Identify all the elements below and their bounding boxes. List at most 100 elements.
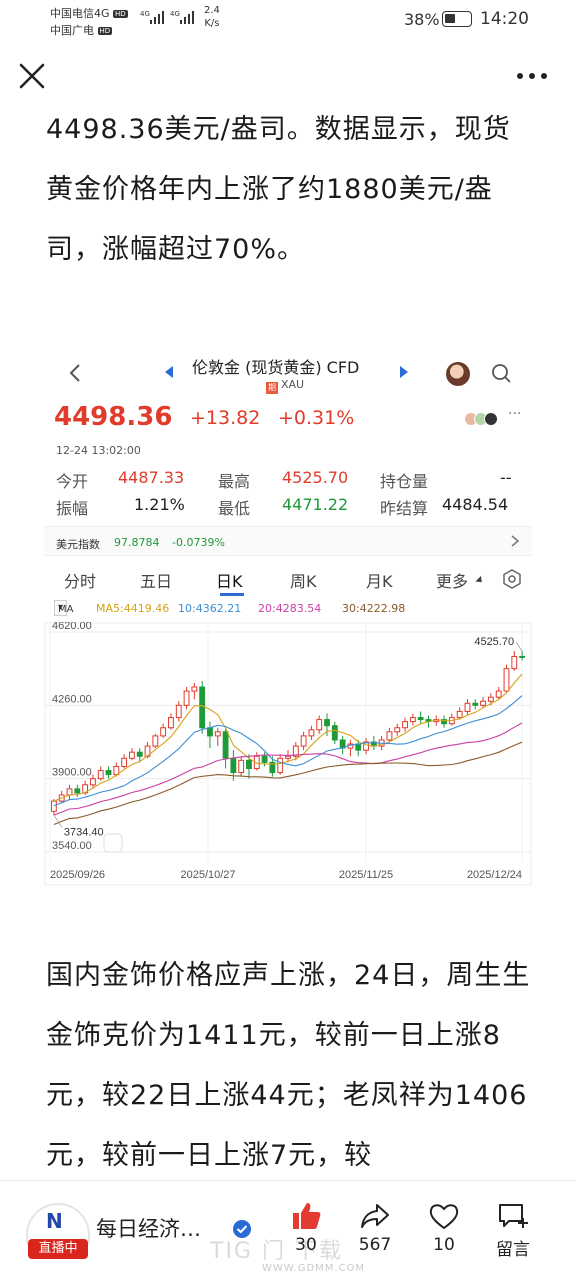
tab-weekly-k[interactable]: 周K bbox=[290, 568, 317, 592]
clock: 14:20 bbox=[480, 9, 529, 29]
candle-body bbox=[222, 731, 229, 759]
candle-body bbox=[238, 759, 245, 774]
stat-value: 4487.33 bbox=[118, 468, 185, 487]
candle-body bbox=[50, 800, 57, 812]
candle-body bbox=[285, 755, 291, 759]
close-icon[interactable] bbox=[16, 60, 48, 92]
stat-label: 振幅 bbox=[56, 499, 89, 518]
max-price-label: 4525.70 bbox=[474, 636, 514, 648]
back-icon[interactable] bbox=[68, 362, 82, 384]
thumbs-up-icon bbox=[293, 1203, 321, 1229]
tab-more[interactable]: 更多 bbox=[436, 568, 468, 592]
candle-body bbox=[503, 668, 510, 692]
candle-body bbox=[230, 757, 237, 774]
tab-intraday[interactable]: 分时 bbox=[64, 568, 96, 592]
ma20-value: 20:4283.54 bbox=[258, 602, 322, 615]
dollar-index-label: 美元指数 bbox=[56, 538, 100, 551]
signal-1-icon: 4G bbox=[140, 10, 164, 24]
settings-icon[interactable] bbox=[502, 569, 522, 589]
next-instrument-icon[interactable] bbox=[400, 366, 408, 378]
candle-body bbox=[152, 735, 159, 747]
dollar-index-change: -0.0739% bbox=[172, 536, 225, 549]
candle-body bbox=[66, 788, 73, 796]
candle-body bbox=[456, 710, 463, 719]
dollar-index-value: 97.8784 bbox=[114, 536, 160, 549]
candle-body bbox=[511, 655, 518, 670]
article-paragraph: 国内金饰价格应声上涨，24日，周生生金饰克价为1411元，较前一日上涨8元，较2… bbox=[46, 960, 531, 1171]
dollar-index-bar[interactable]: 美元指数 97.8784 -0.0739% bbox=[44, 526, 532, 556]
prev-instrument-icon[interactable] bbox=[165, 366, 173, 378]
share-button[interactable]: 567 bbox=[349, 1201, 401, 1255]
candle-body bbox=[183, 690, 190, 706]
carrier-2: 中国广电 HD bbox=[50, 24, 113, 37]
more-icon[interactable] bbox=[512, 66, 552, 86]
stat-value: -- bbox=[500, 468, 512, 487]
watermark-url: WWW.GDMM.COM bbox=[262, 1263, 366, 1274]
candle-body bbox=[191, 686, 198, 692]
candle-body bbox=[495, 690, 502, 698]
like-button[interactable]: 30 bbox=[280, 1201, 332, 1255]
like-count: 30 bbox=[295, 1235, 317, 1255]
candle-body bbox=[316, 719, 323, 731]
chevron-down-icon bbox=[475, 575, 485, 586]
stat-value: 4525.70 bbox=[282, 468, 349, 487]
battery-icon bbox=[442, 11, 472, 27]
candle-body bbox=[74, 788, 81, 794]
candle-body bbox=[168, 717, 174, 729]
avatar[interactable] bbox=[446, 362, 470, 386]
tab-monthly-k[interactable]: 月K bbox=[366, 568, 393, 592]
candlestick-chart[interactable]: 4620.00 4260.00 3900.00 3540.00 2025/09/26 20… bbox=[44, 622, 532, 886]
publisher-name[interactable]: 每日经济… bbox=[96, 1213, 201, 1243]
candle-body bbox=[105, 770, 112, 776]
comment-label: 留言 bbox=[496, 1240, 530, 1260]
candle-body bbox=[308, 729, 315, 737]
price-change: +13.82 bbox=[190, 407, 261, 429]
comment-button[interactable]: 留言 bbox=[487, 1201, 539, 1260]
share-count: 567 bbox=[358, 1235, 392, 1255]
signal-2-icon: 4G bbox=[170, 10, 194, 24]
candle-body bbox=[519, 655, 526, 658]
instrument-code: 期 XAU bbox=[266, 378, 305, 394]
candle-body bbox=[246, 759, 252, 769]
followers-avatars[interactable] bbox=[464, 410, 498, 428]
tab-daily-k[interactable]: 日K bbox=[216, 568, 243, 592]
live-badge[interactable]: 直播中 bbox=[28, 1239, 88, 1259]
heart-icon bbox=[429, 1204, 459, 1230]
min-price-label: 3734.40 bbox=[64, 826, 104, 838]
last-price: 4498.36 bbox=[54, 402, 173, 432]
x-tick-label: 2025/12/24 bbox=[467, 869, 522, 881]
search-icon[interactable] bbox=[490, 362, 512, 384]
x-tick-label: 2025/10/27 bbox=[180, 869, 235, 881]
price-row: 4498.36 +13.82 +0.31% ··· bbox=[54, 402, 532, 436]
more-options-icon[interactable]: ··· bbox=[508, 406, 521, 422]
x-tick-label: 2025/09/26 bbox=[50, 869, 105, 881]
candle-body bbox=[89, 778, 96, 786]
y-tick-label: 3540.00 bbox=[52, 840, 92, 852]
share-icon bbox=[361, 1204, 389, 1228]
favorite-button[interactable]: 10 bbox=[418, 1201, 470, 1255]
candle-body bbox=[464, 702, 471, 712]
status-bar: 中国电信4G HD 中国广电 HD 4G 4G 2.4 K/s 38% 14:20 bbox=[0, 0, 576, 44]
candle-body bbox=[214, 731, 221, 737]
candle-body bbox=[417, 717, 424, 721]
candle-body bbox=[136, 751, 143, 757]
candle-body bbox=[175, 704, 182, 719]
stat-value: 4484.54 bbox=[442, 495, 509, 514]
stat-label: 最低 bbox=[218, 499, 251, 518]
candle-body bbox=[355, 743, 362, 751]
candle-body bbox=[121, 757, 128, 767]
candle-body bbox=[129, 751, 135, 759]
max-price-pointer bbox=[515, 641, 523, 652]
candle-body bbox=[300, 735, 307, 747]
gold-quote-figure: 伦敦金 (现货黄金) CFD 期 XAU 4498.36 +13.82 +0.31… bbox=[44, 340, 532, 886]
y-tick-label: 4620.00 bbox=[52, 622, 92, 632]
tab-five-day[interactable]: 五日 bbox=[140, 568, 172, 592]
ma-selector[interactable]: MA ▾ bbox=[54, 600, 73, 616]
active-tab-indicator bbox=[220, 593, 244, 596]
ma30-value: 30:4222.98 bbox=[342, 602, 406, 615]
candle-body bbox=[199, 686, 206, 729]
stat-label: 最高 bbox=[218, 472, 251, 491]
ma10-value: 10:4362.21 bbox=[178, 602, 242, 615]
candle-body bbox=[409, 717, 416, 723]
stat-value: 1.21% bbox=[134, 495, 185, 514]
